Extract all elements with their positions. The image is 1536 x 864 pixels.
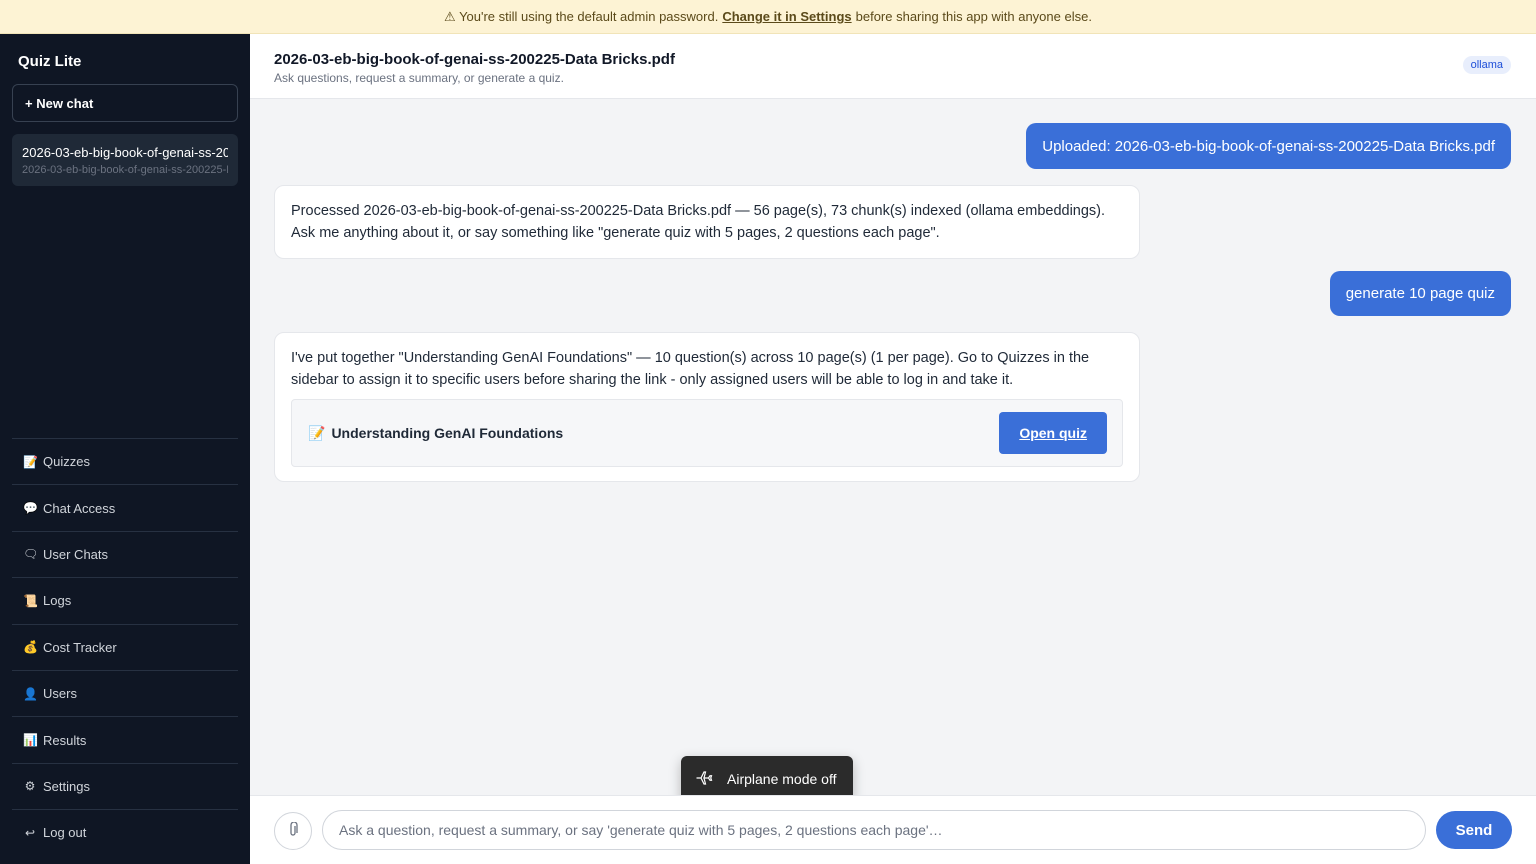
sidebar-nav: 📝 Quizzes 💬 Chat Access 🗨 User Chats 📜 L… — [12, 438, 238, 856]
bar-chart-icon: 📊 — [23, 733, 38, 748]
chat-input[interactable] — [322, 810, 1426, 850]
attach-button[interactable] — [274, 812, 312, 850]
assistant-message: I've put together "Understanding GenAI F… — [274, 332, 1140, 482]
send-button[interactable]: Send — [1436, 811, 1512, 849]
chat-history-item[interactable]: 2026-03-eb-big-book-of-genai-ss-200225-D… — [12, 134, 238, 186]
chat-header: 2026-03-eb-big-book-of-genai-ss-200225-D… — [250, 34, 1536, 99]
sidebar-item-label: Chat Access — [43, 500, 116, 516]
sidebar-item-settings[interactable]: ⚙ Settings — [12, 762, 238, 809]
document-title: 2026-03-eb-big-book-of-genai-ss-200225-D… — [274, 51, 675, 68]
logout-icon: ↩ — [24, 825, 36, 840]
sidebar-item-results[interactable]: 📊 Results — [12, 716, 238, 762]
user-message: generate 10 page quiz — [1329, 271, 1511, 316]
header-subtitle: Ask questions, request a summary, or gen… — [274, 71, 564, 85]
open-quiz-button[interactable]: Open quiz — [999, 412, 1107, 454]
sidebar-item-log-out[interactable]: ↩ Log out — [12, 809, 238, 855]
sidebar-item-label: Quizzes — [43, 454, 90, 470]
sidebar-item-user-chats[interactable]: 🗨 User Chats — [12, 530, 238, 577]
money-bag-icon: 💰 — [23, 640, 38, 655]
sidebar-item-logs[interactable]: 📜 Logs — [12, 577, 238, 623]
sidebar-item-label: Users — [43, 686, 77, 702]
model-badge: ollama — [1462, 56, 1511, 74]
quiz-card-title: 📝 Understanding GenAI Foundations — [308, 422, 563, 444]
scroll-icon: 📜 — [23, 593, 38, 608]
quiz-card: 📝 Understanding GenAI Foundations Open q… — [291, 399, 1123, 467]
admin-password-banner: ⚠ You're still using the default admin p… — [0, 0, 1536, 34]
assistant-message: Processed 2026-03-eb-big-book-of-genai-s… — [274, 185, 1140, 259]
sidebar-item-label: User Chats — [43, 546, 109, 562]
new-chat-button[interactable]: + New chat — [12, 84, 238, 122]
sidebar-item-label: Logs — [43, 593, 72, 609]
banner-text-after: before sharing this app with anyone else… — [855, 9, 1092, 24]
sidebar-item-chat-access[interactable]: 💬 Chat Access — [12, 484, 238, 530]
sidebar-item-label: Results — [43, 732, 87, 748]
chat-bubbles-icon: 🗨 — [23, 547, 39, 562]
toast-text: Airplane mode off — [727, 771, 837, 787]
paperclip-icon — [287, 820, 299, 841]
memo-icon: 📝 — [23, 454, 38, 469]
sidebar: Quiz Lite + New chat 2026-03-eb-big-book… — [0, 34, 250, 864]
gear-icon: ⚙ — [24, 779, 36, 794]
sidebar-item-label: Settings — [43, 778, 90, 794]
speech-bubble-icon: 💬 — [23, 501, 38, 516]
banner-text-before: ⚠ You're still using the default admin p… — [444, 8, 719, 24]
airplane-icon — [695, 769, 713, 790]
memo-icon: 📝 — [308, 425, 326, 441]
user-icon: 👤 — [23, 686, 38, 701]
chat-item-title: 2026-03-eb-big-book-of-genai-ss-200225-D… — [22, 145, 228, 160]
quiz-name: Understanding GenAI Foundations — [331, 425, 564, 441]
change-settings-link[interactable]: Change it in Settings — [722, 9, 851, 24]
sidebar-item-label: Log out — [43, 825, 87, 841]
sidebar-item-cost-tracker[interactable]: 💰 Cost Tracker — [12, 623, 238, 670]
app-brand: Quiz Lite — [18, 53, 82, 70]
sidebar-item-users[interactable]: 👤 Users — [12, 669, 238, 716]
composer: Send — [250, 795, 1536, 864]
chat-main: 2026-03-eb-big-book-of-genai-ss-200225-D… — [250, 34, 1536, 864]
chat-item-subtitle: 2026-03-eb-big-book-of-genai-ss-200225-D… — [22, 164, 228, 176]
assistant-message-text: I've put together "Understanding GenAI F… — [291, 350, 1090, 388]
sidebar-item-quizzes[interactable]: 📝 Quizzes — [12, 438, 238, 484]
assistant-message-text: Processed 2026-03-eb-big-book-of-genai-s… — [291, 203, 1106, 241]
sidebar-item-label: Cost Tracker — [43, 639, 117, 655]
user-message: Uploaded: 2026-03-eb-big-book-of-genai-s… — [1026, 123, 1511, 169]
